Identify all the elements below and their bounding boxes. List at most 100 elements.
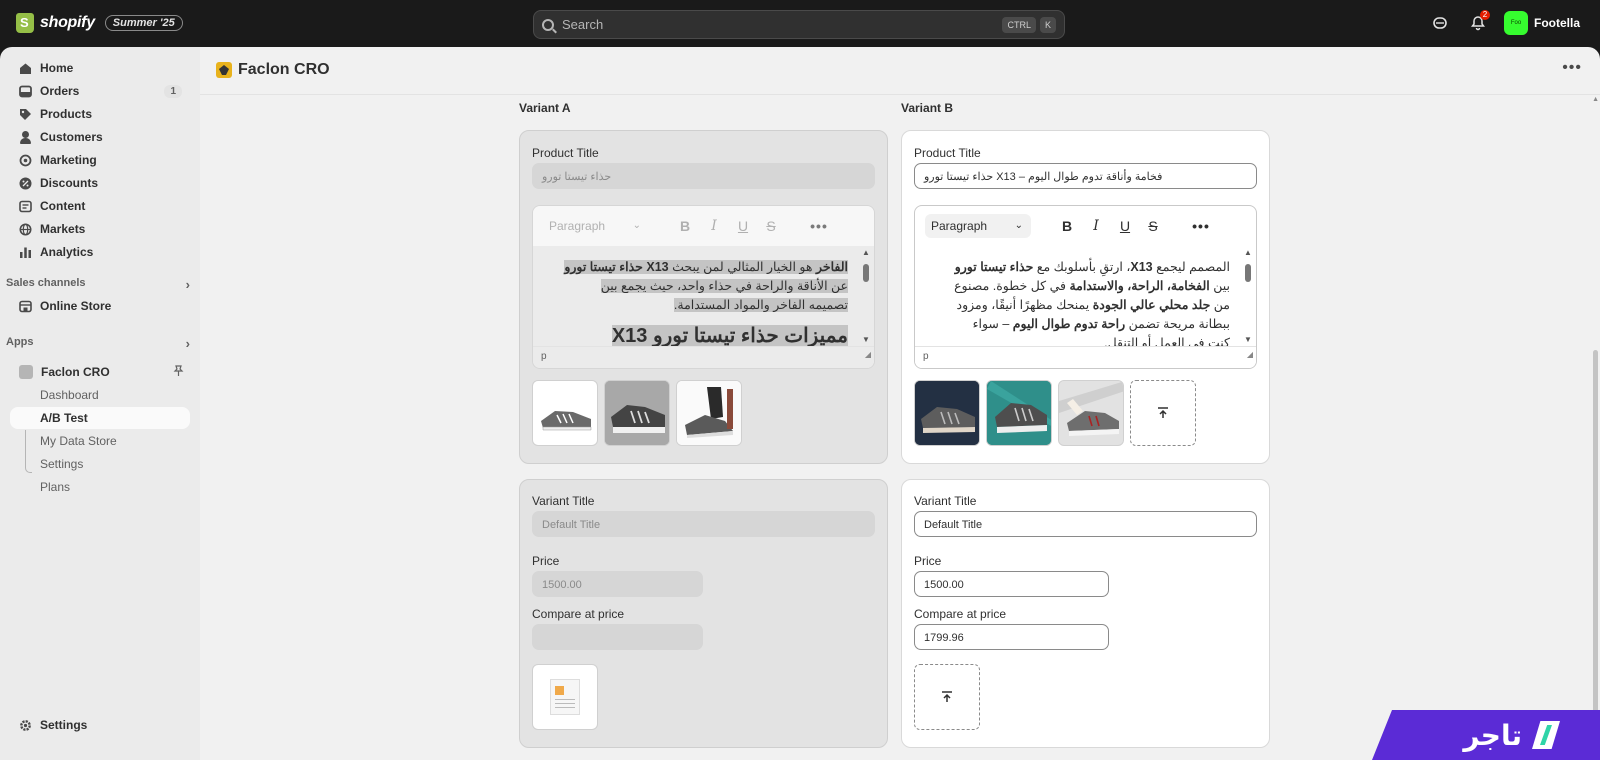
sidebar-subitem-ab-test[interactable]: A/B Test xyxy=(10,407,190,429)
editor-scrollbar[interactable]: ▲ ▼ xyxy=(861,246,871,346)
pin-icon[interactable] xyxy=(173,364,184,380)
variant-a-price-input[interactable]: 1500.00 xyxy=(532,571,703,597)
variant-b-price-input[interactable]: 1500.00 xyxy=(914,571,1109,597)
scroll-up-arrow-icon[interactable]: ▲ xyxy=(1244,248,1252,257)
italic-icon[interactable]: I xyxy=(704,216,724,236)
editor-scrollbar-thumb[interactable] xyxy=(1245,264,1251,282)
globe-icon xyxy=(19,223,32,235)
sidebar-item-discounts[interactable]: Discounts xyxy=(10,171,190,195)
italic-icon[interactable]: I xyxy=(1086,216,1106,236)
upload-icon xyxy=(942,691,952,702)
paragraph-style-select[interactable]: Paragraph ⌄ xyxy=(925,214,1031,238)
variant-b-variant-title-input[interactable]: Default Title xyxy=(914,511,1257,537)
page-scrollbar[interactable] xyxy=(1592,95,1600,760)
text-run: يمنحك مظهرًا أنيقًا، ومزود xyxy=(956,298,1093,312)
variant-b-product-title-input[interactable]: فخامة وأناقة تدوم طوال اليوم – X13 حذاء … xyxy=(914,163,1257,189)
more-actions-icon[interactable]: ••• xyxy=(1562,59,1582,77)
sidebar-item-online-store[interactable]: Online Store xyxy=(10,294,190,318)
bold-icon[interactable]: B xyxy=(675,216,695,236)
editor-heading: مميزات حذاء تيستا تورو X13 xyxy=(547,325,848,346)
product-image-thumbnail[interactable] xyxy=(676,380,742,446)
variant-b-compare-price-input[interactable]: 1799.96 xyxy=(914,624,1109,650)
resize-handle-icon[interactable]: ◢ xyxy=(1247,345,1253,365)
upload-variant-image-button[interactable] xyxy=(914,664,980,730)
product-image-thumbnail[interactable] xyxy=(914,380,980,446)
sidebar-item-home[interactable]: Home xyxy=(10,56,190,80)
editor-scrollbar[interactable]: ▲ ▼ xyxy=(1243,246,1253,346)
sidebar-item-analytics[interactable]: Analytics xyxy=(10,240,190,264)
store-menu[interactable]: Foo Footella xyxy=(1503,11,1580,35)
product-image-thumbnail[interactable] xyxy=(604,380,670,446)
editor-body[interactable]: الفاخر هو الخيار المثالي لمن يبحث X13 حذ… xyxy=(533,246,874,346)
upload-image-button[interactable] xyxy=(1130,380,1196,446)
strikethrough-icon[interactable]: S xyxy=(1143,216,1163,236)
edition-badge[interactable]: Summer '25 xyxy=(104,15,183,31)
notifications-bell-icon[interactable]: 2 xyxy=(1466,10,1490,35)
sidebar-subitem-dashboard[interactable]: Dashboard xyxy=(10,384,190,406)
editor-body[interactable]: المصمم ليجمع X13، ارتقِ بأسلوبك مع حذاء … xyxy=(915,246,1256,346)
page-header: Faclon CRO ••• xyxy=(200,47,1600,95)
resize-handle-icon[interactable]: ◢ xyxy=(865,345,871,365)
bold-text: راحة تدوم طوال اليوم xyxy=(1012,317,1126,331)
text-run: – سواء xyxy=(972,317,1013,331)
more-formatting-icon[interactable]: ••• xyxy=(809,216,829,236)
underline-icon[interactable]: U xyxy=(1115,216,1135,236)
apps-header[interactable]: Apps › xyxy=(6,336,190,351)
variant-image-thumbnail[interactable] xyxy=(532,664,598,730)
editor-line: ببطانة مريحة تضمن راحة تدوم طوال اليوم –… xyxy=(929,315,1230,334)
strikethrough-icon[interactable]: S xyxy=(761,216,781,236)
upload-icon xyxy=(1158,407,1168,418)
sidebar-item-faclon-cro[interactable]: Faclon CRO xyxy=(10,360,190,384)
sidekick-icon[interactable] xyxy=(1428,11,1452,35)
variant-a-variant-title-input[interactable]: Default Title xyxy=(532,511,875,537)
shopify-logo[interactable]: shopify Summer '25 xyxy=(16,13,183,33)
editor-line: تصميمه الفاخر والمواد المستدامة. xyxy=(547,296,848,315)
faclon-app-icon xyxy=(19,365,33,379)
sidebar-item-marketing[interactable]: Marketing xyxy=(10,148,190,172)
more-formatting-icon[interactable]: ••• xyxy=(1191,216,1211,236)
product-title-label: Product Title xyxy=(914,146,981,160)
sidebar-item-label: Settings xyxy=(40,718,88,732)
search-bar[interactable]: Search CTRL K xyxy=(533,10,1065,39)
home-icon xyxy=(20,63,31,74)
shopify-bag-icon xyxy=(16,13,34,33)
sidebar-subitem-settings[interactable]: Settings xyxy=(10,453,190,475)
product-image-thumbnail[interactable] xyxy=(532,380,598,446)
sidebar-item-customers[interactable]: Customers xyxy=(10,125,190,149)
sidebar-item-markets[interactable]: Markets xyxy=(10,217,190,241)
page-scrollbar-thumb[interactable] xyxy=(1593,350,1598,760)
variant-a-product-title-input[interactable]: حذاء تيستا تورو xyxy=(532,163,875,189)
bar-chart-icon xyxy=(20,247,31,258)
underline-icon[interactable]: U xyxy=(733,216,753,236)
variant-a-description-editor[interactable]: Paragraph ⌄ B I U S ••• الفاخر هو الخيار… xyxy=(532,205,875,369)
text-run: ، ارتقِ بأسلوبك مع xyxy=(1033,260,1131,274)
product-image-thumbnail[interactable] xyxy=(986,380,1052,446)
variant-a-compare-price-input[interactable] xyxy=(532,624,703,650)
sidebar-item-content[interactable]: Content xyxy=(10,194,190,218)
discount-icon xyxy=(19,177,32,189)
variant-b-description-editor[interactable]: Paragraph ⌄ B I U S ••• المصمم ليجمع X13… xyxy=(914,205,1257,369)
tajer-watermark: تاجر xyxy=(1372,710,1600,760)
sidebar-item-settings[interactable]: Settings xyxy=(10,713,190,737)
price-label: Price xyxy=(914,554,942,568)
sidebar-item-products[interactable]: Products xyxy=(10,102,190,126)
logo-text: shopify xyxy=(40,14,95,31)
variant-a-product-card: Product Title حذاء تيستا تورو Paragraph … xyxy=(519,130,888,464)
bold-icon[interactable]: B xyxy=(1057,216,1077,236)
scroll-up-arrow-icon[interactable]: ▲ xyxy=(862,248,870,257)
scroll-up-arrow-icon[interactable]: ▲ xyxy=(1592,96,1599,103)
scroll-down-arrow-icon[interactable]: ▼ xyxy=(862,335,870,344)
product-image-thumbnail[interactable] xyxy=(1058,380,1124,446)
sidebar-subitem-my-data-store[interactable]: My Data Store xyxy=(10,430,190,452)
sidebar-item-label: Customers xyxy=(40,130,103,144)
sidebar-item-orders[interactable]: Orders 1 xyxy=(10,79,190,103)
variant-title-label: Variant Title xyxy=(532,494,595,508)
watermark-text: تاجر xyxy=(1463,718,1522,752)
scroll-down-arrow-icon[interactable]: ▼ xyxy=(1244,335,1252,344)
sales-channels-header[interactable]: Sales channels › xyxy=(6,277,190,292)
editor-scrollbar-thumb[interactable] xyxy=(863,264,869,282)
compare-at-price-label: Compare at price xyxy=(914,607,1007,621)
sidebar-subitem-plans[interactable]: Plans xyxy=(10,476,190,498)
paragraph-style-select[interactable]: Paragraph ⌄ xyxy=(543,214,649,238)
variant-title-label: Variant Title xyxy=(914,494,977,508)
